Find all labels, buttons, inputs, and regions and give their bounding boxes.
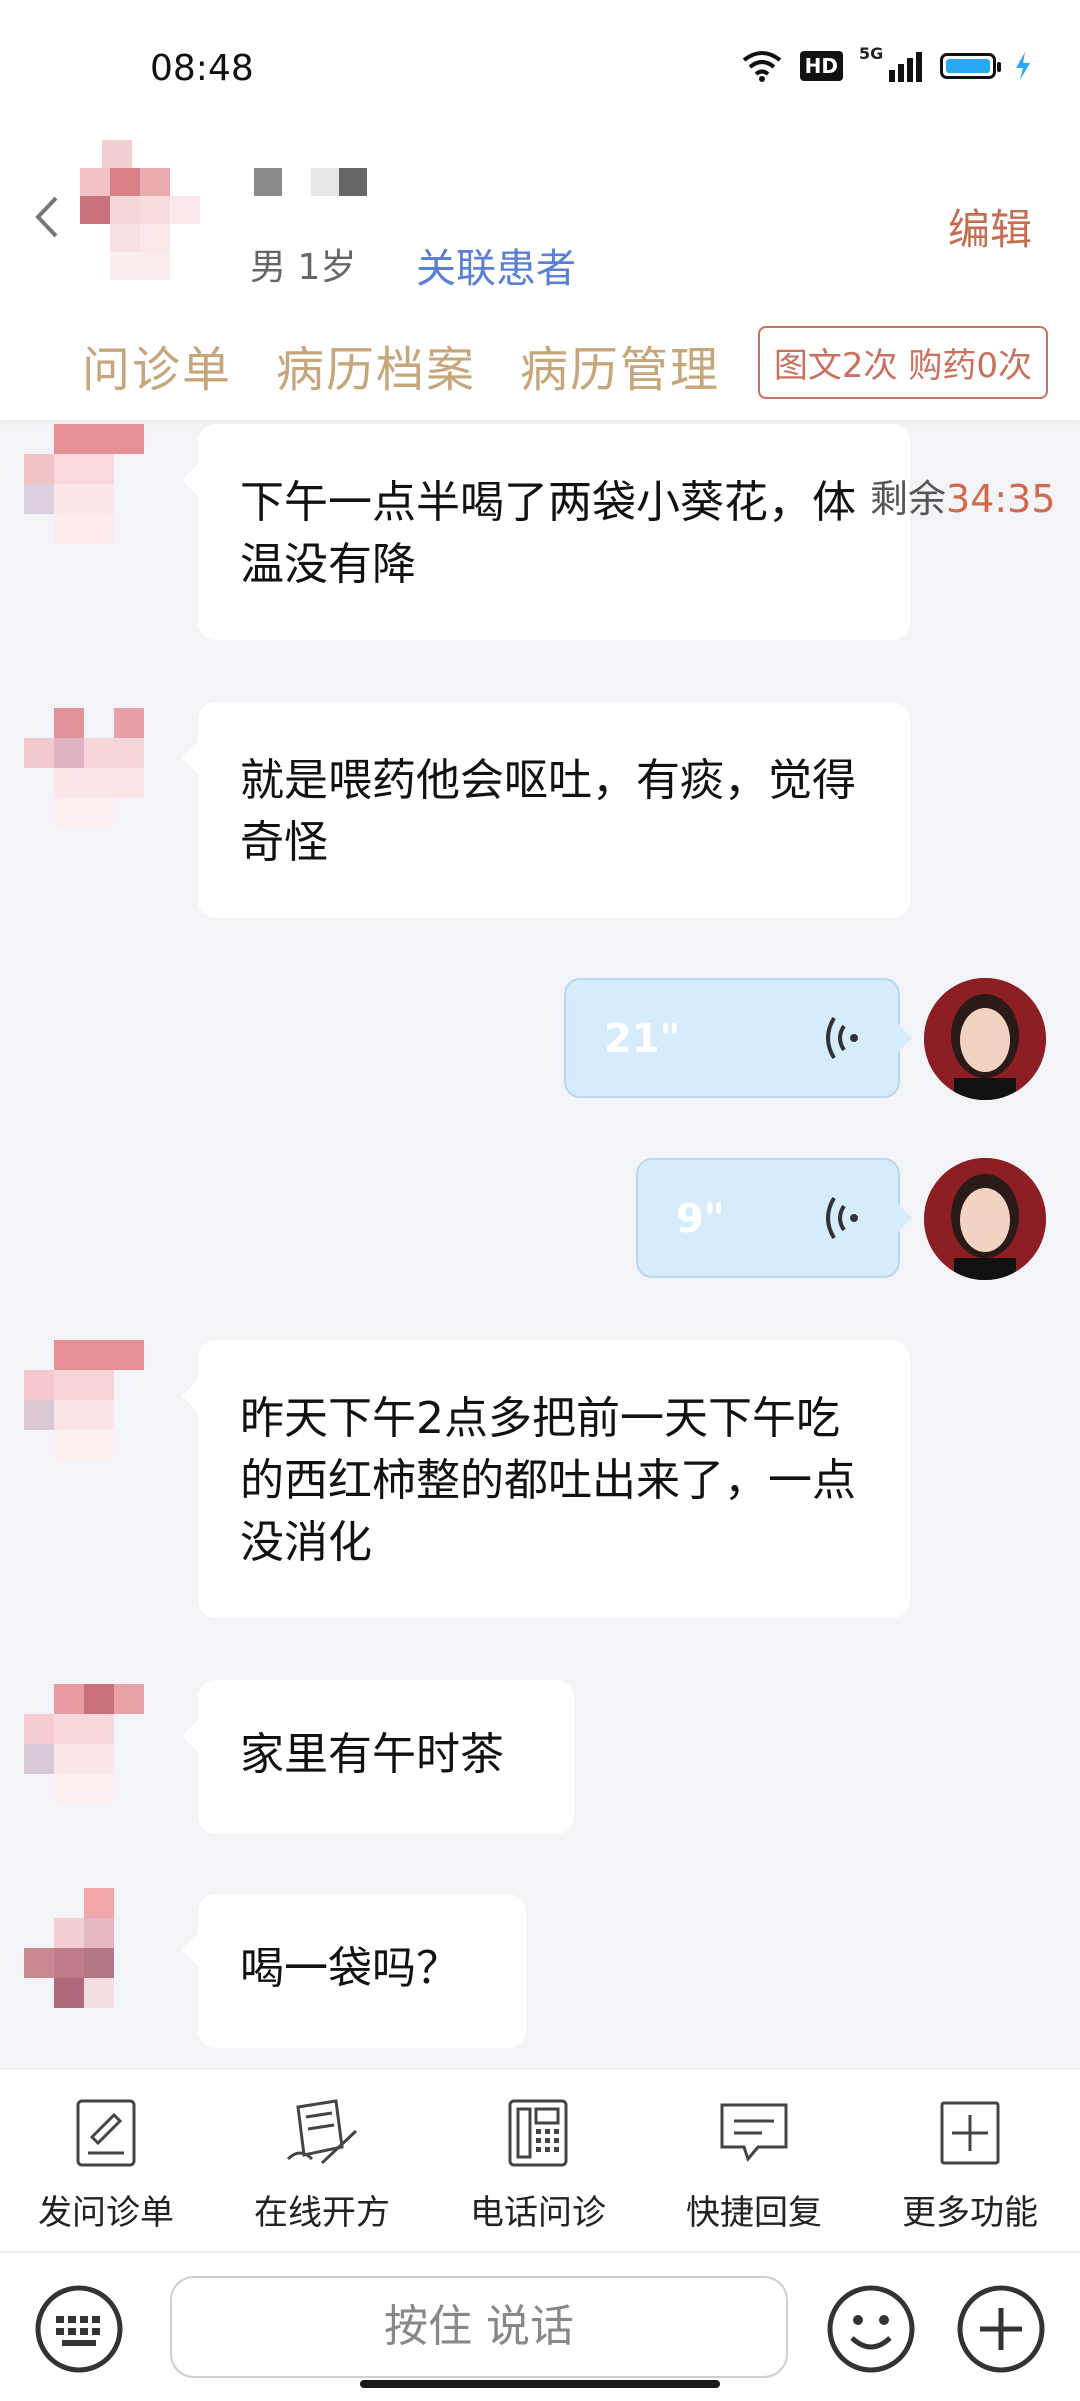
voice-wave-icon (826, 1196, 858, 1240)
back-icon (35, 196, 58, 238)
voice-duration: 9" (676, 1196, 725, 1242)
status-bar: 08:48 HD 5G (0, 0, 1080, 130)
message-bubble: 家里有午时茶 (182, 1680, 574, 1834)
patient-name-masked (254, 168, 368, 200)
keyboard-toggle-button[interactable] (34, 2284, 124, 2378)
message-text: 昨天下午2点多把前一天下午吃的西红柿整的都吐出来了，一点没消化 (240, 1393, 856, 1568)
tab-record-management[interactable]: 病历管理 (520, 330, 720, 400)
plus-icon (957, 2285, 1045, 2373)
remaining-countdown: 34:35 (946, 477, 1056, 521)
battery-icon (940, 53, 1001, 79)
send-form-button[interactable]: 发问诊单 (16, 2097, 196, 2234)
link-patient[interactable]: 关联患者 (416, 236, 576, 294)
header-tabs: 问诊单 病历档案 病历管理 (82, 330, 720, 400)
back-button[interactable] (32, 192, 62, 253)
network-type: 5G (859, 44, 884, 63)
message-bubble: 就是喂药他会呕吐，有痰，觉得奇怪 (182, 702, 910, 918)
tool-label: 更多功能 (902, 2193, 1038, 2233)
voice-duration: 21" (604, 1016, 681, 1062)
doctor-avatar[interactable] (924, 978, 1046, 1100)
prescription-icon (286, 2099, 358, 2165)
patient-avatar-small (24, 1888, 144, 2008)
voice-message[interactable]: 9" (636, 1158, 912, 1278)
tool-label: 电话问诊 (470, 2193, 606, 2233)
voice-message[interactable]: 21" (564, 978, 912, 1098)
function-toolbar: 发问诊单 在线开方 电话问诊 快捷回复 更多功能 (0, 2068, 1080, 2251)
charging-icon (1016, 52, 1030, 80)
patient-avatar-small (24, 1684, 144, 1804)
message-text: 家里有午时茶 (240, 1729, 504, 1780)
patient-avatar-small (24, 424, 144, 544)
wifi-icon (742, 51, 781, 82)
remaining-label: 剩余 (870, 477, 947, 521)
message-bubble: 下午一点半喝了两袋小葵花，体温没有降 (182, 424, 910, 640)
voice-wave-icon (826, 1016, 858, 1060)
keyboard-icon (35, 2285, 123, 2373)
home-indicator[interactable] (360, 2380, 720, 2388)
doctor-avatar[interactable] (924, 1158, 1046, 1280)
tool-label: 发问诊单 (38, 2193, 174, 2233)
tool-label: 在线开方 (254, 2193, 390, 2233)
quick-reply-button[interactable]: 快捷回复 (664, 2097, 844, 2234)
message-text: 下午一点半喝了两袋小葵花，体温没有降 (240, 477, 856, 590)
status-time: 08:48 (150, 48, 254, 89)
message-bubble: 昨天下午2点多把前一天下午吃的西红柿整的都吐出来了，一点没消化 (182, 1340, 910, 1618)
service-count-badge[interactable]: 图文2次 购药0次 (757, 326, 1048, 399)
status-icons: HD 5G (742, 44, 1032, 82)
tab-consultation-form[interactable]: 问诊单 (82, 330, 232, 400)
hold-to-talk-button[interactable]: 按住 说话 (170, 2276, 788, 2378)
tool-label: 快捷回复 (686, 2193, 822, 2233)
more-functions-button[interactable]: 更多功能 (880, 2097, 1060, 2234)
edit-button[interactable]: 编辑 (948, 196, 1032, 257)
tab-medical-records[interactable]: 病历档案 (276, 330, 476, 400)
hd-icon: HD (799, 51, 843, 81)
emoji-icon (827, 2285, 915, 2373)
form-icon (76, 2099, 136, 2167)
plus-button[interactable] (956, 2284, 1046, 2378)
online-prescription-button[interactable]: 在线开方 (232, 2097, 412, 2234)
patient-avatar[interactable] (80, 140, 200, 280)
message-bubble: 喝一袋吗？ (182, 1894, 526, 2048)
emoji-button[interactable] (826, 2284, 916, 2378)
quick-reply-icon (720, 2103, 788, 2163)
signal-icon: 5G (859, 44, 922, 82)
patient-avatar-small (24, 1340, 144, 1460)
more-icon (940, 2101, 1000, 2165)
patient-info: 男 1岁 (250, 247, 357, 288)
remaining-time: 剩余34:35 (870, 468, 1056, 523)
phone-icon (508, 2099, 568, 2167)
message-text: 就是喂药他会呕吐，有痰，觉得奇怪 (240, 755, 856, 868)
message-text: 喝一袋吗？ (240, 1943, 460, 1994)
phone-consultation-button[interactable]: 电话问诊 (448, 2097, 628, 2234)
patient-avatar-small (24, 708, 144, 828)
